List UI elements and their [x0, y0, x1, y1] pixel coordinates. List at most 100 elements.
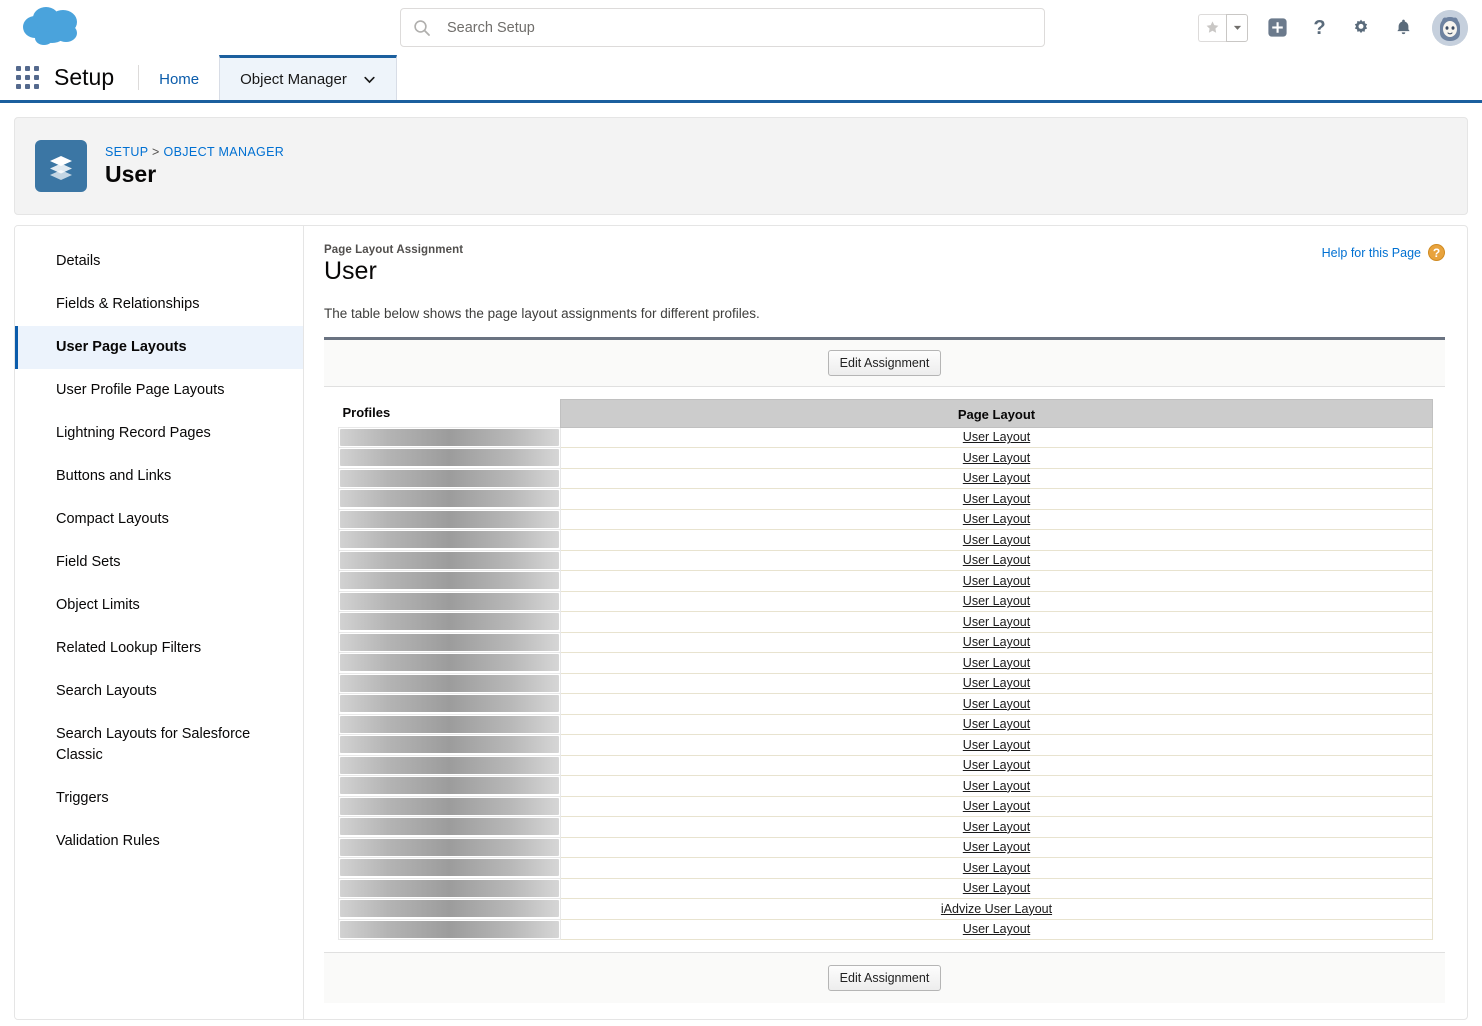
page-layout-cell: User Layout [560, 590, 1433, 612]
page-layout-link[interactable]: User Layout [963, 758, 1030, 772]
page-layout-link[interactable]: User Layout [963, 471, 1030, 485]
table-row: User Layout [338, 631, 1433, 653]
profile-cell [338, 590, 561, 612]
profile-cell [338, 570, 561, 592]
page-layout-link[interactable]: User Layout [963, 594, 1030, 608]
sidebar-item-triggers[interactable]: Triggers [15, 777, 303, 820]
page-layout-link[interactable]: User Layout [963, 676, 1030, 690]
gear-icon[interactable] [1348, 15, 1374, 41]
sidebar-item-fields-relationships[interactable]: Fields & Relationships [15, 283, 303, 326]
profile-cell [338, 775, 561, 797]
profile-cell [338, 631, 561, 653]
help-icon[interactable]: ? [1306, 15, 1332, 41]
table-row: User Layout [338, 549, 1433, 571]
sidebar-item-details[interactable]: Details [15, 240, 303, 283]
favorite-star-icon[interactable] [1198, 13, 1226, 42]
page-layout-link[interactable]: User Layout [963, 840, 1030, 854]
search-input[interactable] [447, 19, 1032, 36]
page-layout-link[interactable]: User Layout [963, 717, 1030, 731]
breadcrumb-setup-link[interactable]: SETUP [105, 145, 148, 159]
salesforce-cloud-logo[interactable] [18, 4, 90, 50]
table-row: iAdvize User Layout [338, 898, 1433, 920]
redacted-profile-name [340, 633, 559, 651]
sidebar-item-object-limits[interactable]: Object Limits [15, 584, 303, 627]
profile-cell [338, 877, 561, 899]
page-layout-link[interactable]: User Layout [963, 697, 1030, 711]
bottom-button-bar: Edit Assignment [324, 952, 1445, 1003]
page-layout-link[interactable]: User Layout [963, 430, 1030, 444]
page-layout-link[interactable]: User Layout [963, 574, 1030, 588]
section-title: User [324, 257, 377, 285]
page-layout-link[interactable]: User Layout [963, 451, 1030, 465]
redacted-profile-name [340, 613, 559, 631]
profile-cell [338, 898, 561, 920]
sidebar-item-search-layouts[interactable]: Search Layouts [15, 670, 303, 713]
edit-assignment-button-top[interactable]: Edit Assignment [827, 350, 942, 376]
sidebar-item-buttons-and-links[interactable]: Buttons and Links [15, 455, 303, 498]
help-for-this-page-link[interactable]: Help for this Page ? [1322, 244, 1445, 261]
content-panel: Details Fields & Relationships User Page… [14, 225, 1468, 1020]
sidebar-item-validation-rules[interactable]: Validation Rules [15, 820, 303, 863]
page-layout-link[interactable]: User Layout [963, 861, 1030, 875]
help-question-icon: ? [1428, 244, 1445, 261]
page-layout-cell: User Layout [560, 508, 1433, 530]
page-layout-link[interactable]: User Layout [963, 922, 1030, 936]
page-layout-link[interactable]: User Layout [963, 635, 1030, 649]
sidebar-item-user-profile-page-layouts[interactable]: User Profile Page Layouts [15, 369, 303, 412]
page-layout-link[interactable]: User Layout [963, 512, 1030, 526]
redacted-profile-name [340, 715, 559, 733]
avatar[interactable] [1432, 9, 1468, 46]
page-layout-link[interactable]: User Layout [963, 738, 1030, 752]
redacted-profile-name [340, 756, 559, 774]
page-layout-cell: User Layout [560, 652, 1433, 674]
sidebar-item-lightning-record-pages[interactable]: Lightning Record Pages [15, 412, 303, 455]
page-layout-link[interactable]: User Layout [963, 779, 1030, 793]
sidebar-item-label: Search Layouts [56, 683, 157, 700]
page-layout-link[interactable]: User Layout [963, 553, 1030, 567]
page-layout-link[interactable]: User Layout [963, 881, 1030, 895]
redacted-profile-name [340, 469, 559, 487]
sidebar-item-related-lookup-filters[interactable]: Related Lookup Filters [15, 627, 303, 670]
page-layout-cell: User Layout [560, 918, 1433, 940]
sidebar-item-compact-layouts[interactable]: Compact Layouts [15, 498, 303, 541]
breadcrumb-object-manager-link[interactable]: OBJECT MANAGER [164, 145, 285, 159]
notifications-bell-icon[interactable] [1390, 15, 1416, 41]
page-layout-link[interactable]: User Layout [963, 820, 1030, 834]
app-launcher-button[interactable] [0, 55, 54, 100]
table-row: User Layout [338, 488, 1433, 510]
redacted-profile-name [340, 818, 559, 836]
sidebar-item-user-page-layouts[interactable]: User Page Layouts [15, 326, 303, 370]
page-layout-link[interactable]: User Layout [963, 656, 1030, 670]
page-layout-link[interactable]: User Layout [963, 615, 1030, 629]
sidebar-item-field-sets[interactable]: Field Sets [15, 541, 303, 584]
global-header: ? [0, 0, 1482, 55]
page-layout-link[interactable]: User Layout [963, 492, 1030, 506]
redacted-profile-name [340, 736, 559, 754]
redacted-profile-name [340, 572, 559, 590]
table-row: User Layout [338, 857, 1433, 879]
page-layout-link[interactable]: User Layout [963, 799, 1030, 813]
page-layout-cell: User Layout [560, 631, 1433, 653]
table-row: User Layout [338, 672, 1433, 694]
profile-cell [338, 754, 561, 776]
page-layout-link[interactable]: User Layout [963, 533, 1030, 547]
sidebar-item-search-layouts-classic[interactable]: Search Layouts for Salesforce Classic [15, 713, 303, 777]
favorites-group[interactable] [1198, 13, 1248, 42]
page-layout-cell: User Layout [560, 877, 1433, 899]
redacted-profile-name [340, 674, 559, 692]
page-layout-cell: User Layout [560, 816, 1433, 838]
search-box[interactable] [400, 8, 1045, 47]
edit-assignment-button-bottom[interactable]: Edit Assignment [827, 965, 942, 991]
profile-cell [338, 795, 561, 817]
global-create-button[interactable] [1264, 15, 1290, 41]
page-layout-link[interactable]: iAdvize User Layout [941, 902, 1052, 916]
sidebar-item-label: Search Layouts for Salesforce Classic [56, 726, 251, 764]
tab-home[interactable]: Home [139, 55, 219, 100]
favorites-dropdown-icon[interactable] [1226, 13, 1248, 42]
sidebar-item-label: Validation Rules [56, 833, 160, 850]
profile-cell [338, 549, 561, 571]
table-row: User Layout [338, 467, 1433, 489]
table-row: User Layout [338, 447, 1433, 469]
tab-object-manager[interactable]: Object Manager [219, 55, 397, 100]
page-layout-assignment-table: Profiles Page Layout User Layout User Lay… [338, 399, 1433, 940]
